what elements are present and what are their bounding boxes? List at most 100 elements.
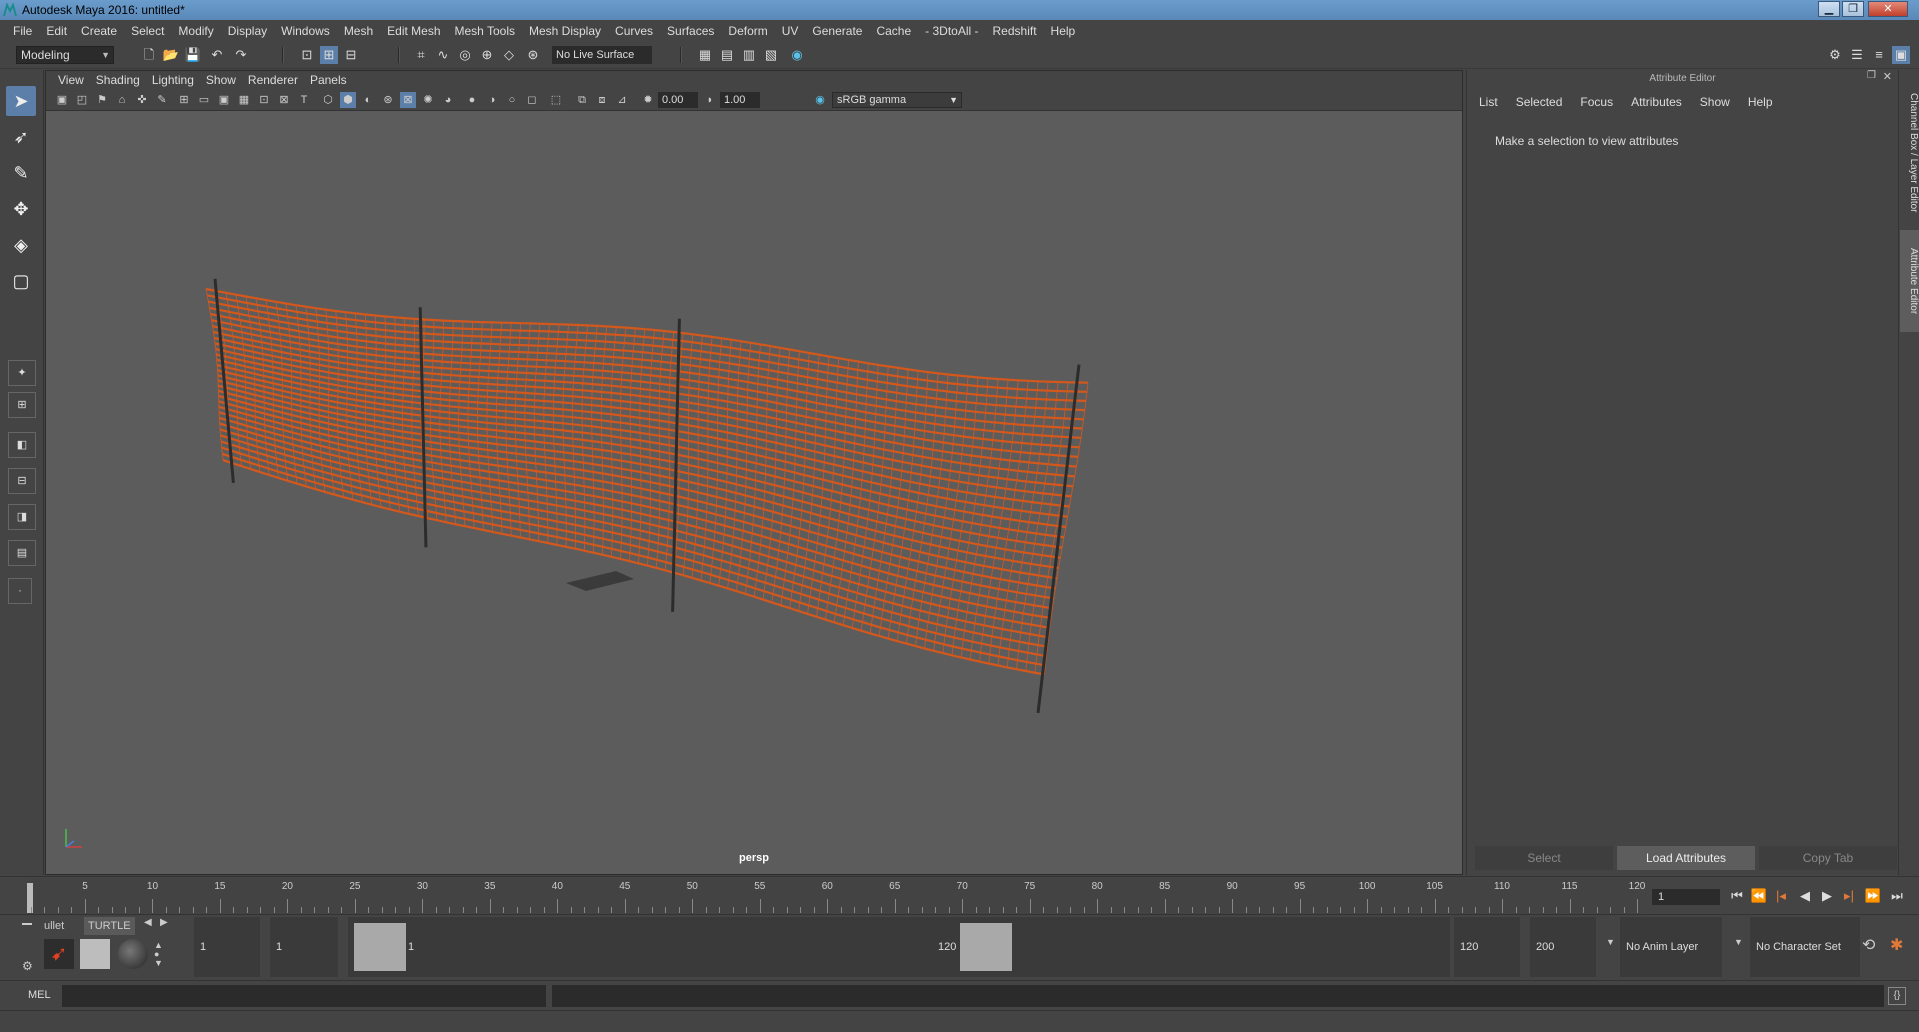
range-end-handle[interactable] bbox=[960, 923, 1012, 971]
command-language-label[interactable]: MEL bbox=[28, 989, 51, 1001]
playback-end-field[interactable]: 120 bbox=[1454, 917, 1520, 977]
layout-more-icon[interactable]: · bbox=[8, 578, 32, 604]
ipr-render-icon[interactable]: ▤ bbox=[718, 46, 736, 64]
hypershade-layout-icon[interactable]: ◨ bbox=[8, 504, 36, 530]
step-forward-icon[interactable]: ⏩ bbox=[1864, 887, 1882, 905]
snap-curve-icon[interactable]: ∿ bbox=[434, 46, 452, 64]
menu-item[interactable]: Modify bbox=[171, 24, 220, 38]
2d-pan-zoom-icon[interactable]: ✜ bbox=[134, 92, 150, 108]
bookmark-icon[interactable]: ⚑ bbox=[94, 92, 110, 108]
menu-item[interactable]: Help bbox=[1044, 24, 1083, 38]
tab-channel-box[interactable]: Channel Box / Layer Editor bbox=[1900, 78, 1919, 228]
menu-item[interactable]: Generate bbox=[805, 24, 869, 38]
animation-preferences-icon[interactable]: ✱ bbox=[1890, 935, 1903, 955]
viewport-menu-item[interactable]: Panels bbox=[304, 73, 353, 87]
render-settings-icon[interactable]: ▥ bbox=[740, 46, 758, 64]
camera-attributes-icon[interactable]: ◰ bbox=[74, 92, 90, 108]
turtle-settings-icon[interactable] bbox=[80, 939, 110, 969]
select-button[interactable]: Select bbox=[1475, 846, 1613, 870]
xray-components-icon[interactable]: ⊿ bbox=[614, 92, 630, 108]
menu-item[interactable]: Cache bbox=[869, 24, 918, 38]
outliner-layout-icon[interactable]: ▤ bbox=[8, 540, 36, 566]
command-input[interactable] bbox=[62, 985, 546, 1007]
select-hierarchy-icon[interactable]: ⊡ bbox=[298, 46, 316, 64]
load-attributes-button[interactable]: Load Attributes bbox=[1617, 846, 1755, 870]
scale-tool-icon[interactable]: ▢ bbox=[6, 266, 36, 296]
current-frame-field[interactable]: 1 bbox=[1652, 889, 1720, 905]
menu-item[interactable]: Surfaces bbox=[660, 24, 721, 38]
wireframe-icon[interactable]: ⬡ bbox=[320, 92, 336, 108]
animation-start-field[interactable]: 1 bbox=[194, 917, 260, 977]
default-material-icon[interactable]: ◐ bbox=[360, 92, 376, 108]
snap-point-icon[interactable]: ◎ bbox=[456, 46, 474, 64]
snap-view-icon[interactable]: ⊕ bbox=[478, 46, 496, 64]
motion-blur-icon[interactable]: ◑ bbox=[484, 92, 500, 108]
attribute-editor-menu-item[interactable]: Help bbox=[1748, 95, 1773, 109]
safe-title-icon[interactable]: T bbox=[296, 92, 312, 108]
menu-item[interactable]: Edit Mesh bbox=[380, 24, 447, 38]
chevron-down-icon[interactable]: ▼ bbox=[1734, 937, 1743, 947]
move-tool-icon[interactable]: ✥ bbox=[6, 194, 36, 224]
modeling-toolkit-icon[interactable]: ⚙ bbox=[1826, 46, 1844, 64]
save-scene-icon[interactable]: 💾 bbox=[184, 46, 202, 64]
shelf-tab-turtle[interactable]: TURTLE bbox=[84, 917, 135, 935]
render-view-icon[interactable]: ◉ bbox=[788, 46, 806, 64]
new-scene-icon[interactable]: 🗋 bbox=[140, 46, 158, 64]
resolution-gate-icon[interactable]: ▣ bbox=[216, 92, 232, 108]
viewport-menu-item[interactable]: Shading bbox=[90, 73, 146, 87]
menu-item[interactable]: Edit bbox=[39, 24, 74, 38]
shelf-settings-icon[interactable]: ⚙ bbox=[22, 959, 33, 973]
minimize-button[interactable]: ▁ bbox=[1818, 1, 1840, 17]
auto-key-icon[interactable]: ⟲ bbox=[1862, 935, 1875, 955]
xray-icon[interactable]: ⧉ bbox=[574, 92, 590, 108]
hypershade-icon[interactable]: ▧ bbox=[762, 46, 780, 64]
attribute-editor-menu-item[interactable]: List bbox=[1479, 95, 1498, 109]
copy-tab-button[interactable]: Copy Tab bbox=[1759, 846, 1897, 870]
playback-range-slider[interactable]: 1 120 bbox=[348, 917, 1450, 977]
shelf-more-icon[interactable]: ▲ ● ▼ bbox=[154, 941, 163, 968]
play-forward-icon[interactable]: ▶ bbox=[1818, 887, 1836, 905]
redo-icon[interactable]: ↷ bbox=[232, 46, 250, 64]
make-live-icon[interactable]: ⊛ bbox=[524, 46, 542, 64]
gate-mask-icon[interactable]: ▦ bbox=[236, 92, 252, 108]
snap-grid-icon[interactable]: ⌗ bbox=[412, 46, 430, 64]
anim-layer-dropdown[interactable]: No Anim Layer bbox=[1620, 917, 1722, 977]
character-set-dropdown[interactable]: No Character Set bbox=[1750, 917, 1860, 977]
close-panel-icon[interactable]: ✕ bbox=[1883, 70, 1892, 83]
field-chart-icon[interactable]: ⊡ bbox=[256, 92, 272, 108]
select-tool-icon[interactable]: ➤ bbox=[6, 86, 36, 116]
menu-item[interactable]: Redshift bbox=[986, 24, 1044, 38]
paint-select-icon[interactable]: ✎ bbox=[6, 158, 36, 188]
camera-select-icon[interactable]: ▣ bbox=[54, 92, 70, 108]
menu-item[interactable]: Mesh Display bbox=[522, 24, 608, 38]
menu-item[interactable]: Select bbox=[124, 24, 171, 38]
depth-of-field-icon[interactable]: ◻ bbox=[524, 92, 540, 108]
viewport-panel[interactable]: View Shading Lighting Show Renderer Panels ▣ … bbox=[45, 70, 1463, 875]
grease-pencil-icon[interactable]: ✎ bbox=[154, 92, 170, 108]
shadows-icon[interactable]: ◕ bbox=[440, 92, 456, 108]
snap-surface-icon[interactable]: ◇ bbox=[500, 46, 518, 64]
menu-item[interactable]: - 3DtoAll - bbox=[918, 24, 985, 38]
single-view-layout-icon[interactable]: ✦ bbox=[8, 360, 36, 386]
turtle-material-icon[interactable] bbox=[118, 939, 148, 969]
rotate-tool-icon[interactable]: ◈ bbox=[6, 230, 36, 260]
safe-action-icon[interactable]: ⊠ bbox=[276, 92, 292, 108]
step-back-key-icon[interactable]: |◂ bbox=[1772, 887, 1790, 905]
maximize-button[interactable]: ❐ bbox=[1842, 1, 1864, 17]
attribute-editor-menu-item[interactable]: Selected bbox=[1516, 95, 1563, 109]
exposure-icon[interactable]: ✹ bbox=[640, 92, 656, 108]
lights-icon[interactable]: ✺ bbox=[420, 92, 436, 108]
menu-item[interactable]: File bbox=[6, 24, 39, 38]
lasso-tool-icon[interactable]: ➶ bbox=[6, 122, 36, 152]
viewport-menu-item[interactable]: Lighting bbox=[146, 73, 200, 87]
script-editor-icon[interactable]: {} bbox=[1888, 987, 1906, 1005]
attribute-editor-menu-item[interactable]: Attributes bbox=[1631, 95, 1682, 109]
menu-item[interactable]: Mesh Tools bbox=[448, 24, 522, 38]
select-component-icon[interactable]: ⊟ bbox=[342, 46, 360, 64]
time-ruler[interactable]: 1 51015202530354045505560657075808590951… bbox=[27, 879, 1645, 913]
attribute-editor-menu-item[interactable]: Focus bbox=[1580, 95, 1613, 109]
scene-view[interactable] bbox=[46, 111, 1464, 851]
chevron-down-icon[interactable]: ▼ bbox=[1606, 937, 1615, 947]
range-start-handle[interactable] bbox=[354, 923, 406, 971]
shelf-scroll-right-icon[interactable]: ▶ bbox=[160, 917, 168, 928]
